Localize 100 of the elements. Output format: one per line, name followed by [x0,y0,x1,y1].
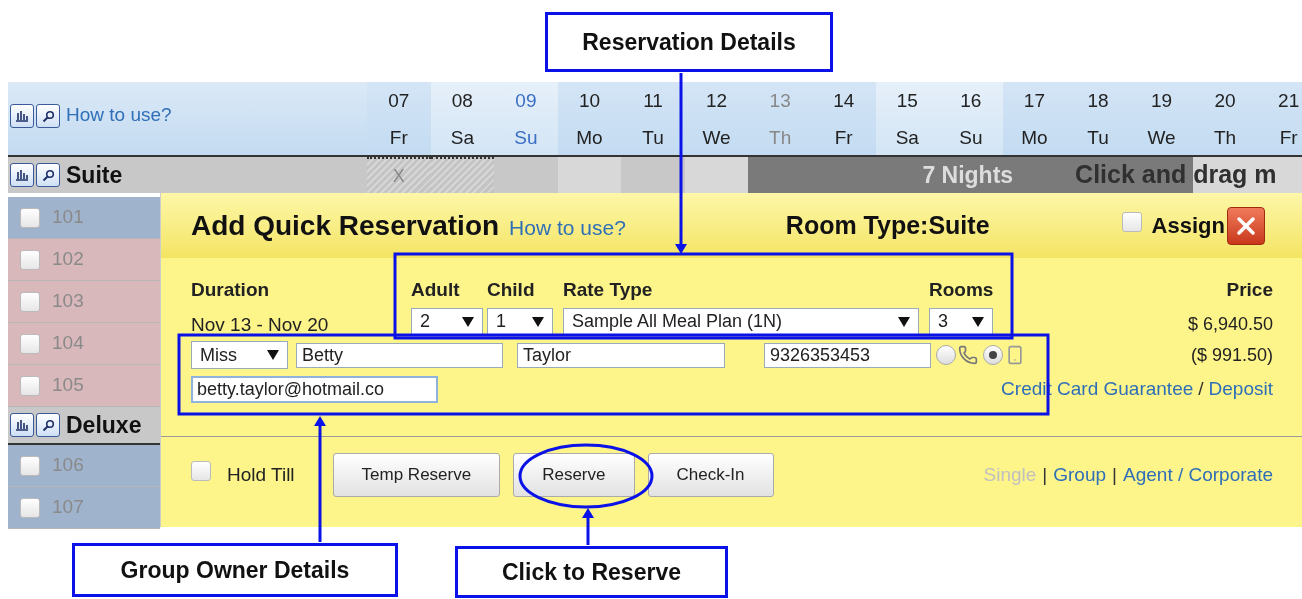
help-link[interactable]: How to use? [66,104,172,126]
day-header: 20 Th [1193,82,1257,155]
phone-icon [958,345,978,365]
checkbox[interactable] [20,207,40,228]
day-header: 13 Th [748,82,812,155]
room-number: 105 [52,373,84,398]
callout-label: Group Owner Details [72,543,398,597]
field-label: Adult [411,278,461,302]
room-number: 101 [52,205,84,230]
calendar-cell[interactable] [430,157,495,193]
field-label: Child [487,278,536,302]
chart-button[interactable] [10,104,34,128]
phone-field[interactable]: 9326353453 [764,342,931,368]
search-icon [41,418,55,432]
reservation-mode-link[interactable]: Group [1053,460,1107,490]
dropdown[interactable]: Sample All Meal Plan (1N) [563,307,919,336]
calendar-cell[interactable] [621,157,685,193]
action-button[interactable]: Check-In [647,453,774,497]
field-label: Duration [191,278,271,302]
checkbox[interactable] [20,291,40,312]
chart-button[interactable] [10,163,34,187]
callout-label: Reservation Details [545,12,833,72]
radio-button[interactable] [936,345,956,365]
day-header: 21 Fr [1256,82,1302,155]
room-type-label: Suite [66,160,123,190]
room-number: 102 [52,247,84,272]
bar-chart-icon [15,419,29,431]
help-link[interactable]: How to use? [509,211,626,244]
day-header: 11 Tu [621,82,685,155]
day-header: 18 Tu [1066,82,1130,155]
field-label: Rooms [929,278,995,302]
bar-chart-icon [15,110,29,122]
caret-icon [532,316,544,327]
checkbox[interactable] [191,461,211,481]
day-header: 15 Sa [875,82,940,155]
last-name-field[interactable]: Taylor [517,342,725,368]
price-per-night: ($ 991.50) [1190,343,1273,367]
email-field[interactable]: betty.taylor@hotmail.co [191,375,438,403]
day-header: 10 Mo [557,82,622,155]
mobile-phone-icon [1005,345,1025,365]
checkbox[interactable] [20,497,40,518]
caret-icon [972,316,984,327]
checkbox[interactable] [20,375,40,396]
separator-text: | [1112,462,1117,487]
dialog-title: Add Quick Reservation [191,208,500,243]
duration-value: Nov 13 - Nov 20 [191,312,330,337]
callout-label: Click to Reserve [455,546,728,598]
dropdown[interactable]: 1 [487,307,553,336]
room-number: 106 [52,453,84,478]
nights-label: 7 Nights [922,160,1014,190]
day-header: 12 We [684,82,749,155]
caret-icon [462,316,474,327]
assign-label: Assign [1151,212,1225,240]
action-button[interactable]: Reserve [513,453,635,497]
day-header: 17 Mo [1002,82,1067,155]
search-button[interactable] [36,163,60,187]
room-type-label: Deluxe [66,410,142,440]
search-button[interactable] [36,413,60,437]
day-header: 16 Su [939,82,1003,155]
calendar-cell[interactable]: X [367,157,431,193]
bar-chart-icon [15,169,29,181]
room-type-heading: Room Type:Suite [785,209,990,241]
day-header: 07 Fr [367,82,431,155]
dropdown[interactable]: 2 [411,307,483,336]
drag-hint: Click and drag m [1075,159,1277,191]
day-header: 14 Fr [811,82,876,155]
search-icon [41,168,55,182]
radio-button[interactable] [983,345,1003,365]
separator-text: | [1042,462,1048,487]
caret-icon [898,316,910,327]
field-label: Price [1226,278,1273,302]
price-total: $ 6,940.50 [1187,312,1273,336]
dropdown[interactable]: 3 [929,307,993,336]
checkbox[interactable] [20,333,40,354]
payment-link[interactable]: Deposit [1208,375,1273,404]
day-header: 19 We [1129,82,1194,155]
checkbox[interactable] [1121,211,1142,232]
callout-arrow [582,508,594,545]
action-button[interactable]: Temp Reserve [332,453,501,497]
dropdown[interactable]: Miss [191,341,288,369]
room-number: 104 [52,331,84,356]
hold-till-label: Hold Till [227,462,295,487]
separator-text: / [1198,377,1204,401]
calendar-cell[interactable] [494,157,558,193]
field-label: Rate Type [563,278,654,302]
caret-icon [267,350,279,360]
day-header: 09 Su [494,82,558,155]
search-icon [41,109,55,123]
chart-button[interactable] [10,413,34,437]
reservation-mode-link[interactable]: Agent / Corporate [1123,460,1273,490]
selected-date-range[interactable]: 7 Nights Click and drag m [748,157,1302,193]
calendar-cell[interactable] [684,157,749,193]
calendar-cell[interactable] [557,157,622,193]
room-number: 107 [52,495,84,520]
first-name-field[interactable]: Betty [296,342,503,368]
close-button[interactable] [1226,206,1265,245]
search-button[interactable] [36,104,60,128]
checkbox[interactable] [20,455,40,476]
room-number: 103 [52,289,84,314]
checkbox[interactable] [20,249,40,270]
